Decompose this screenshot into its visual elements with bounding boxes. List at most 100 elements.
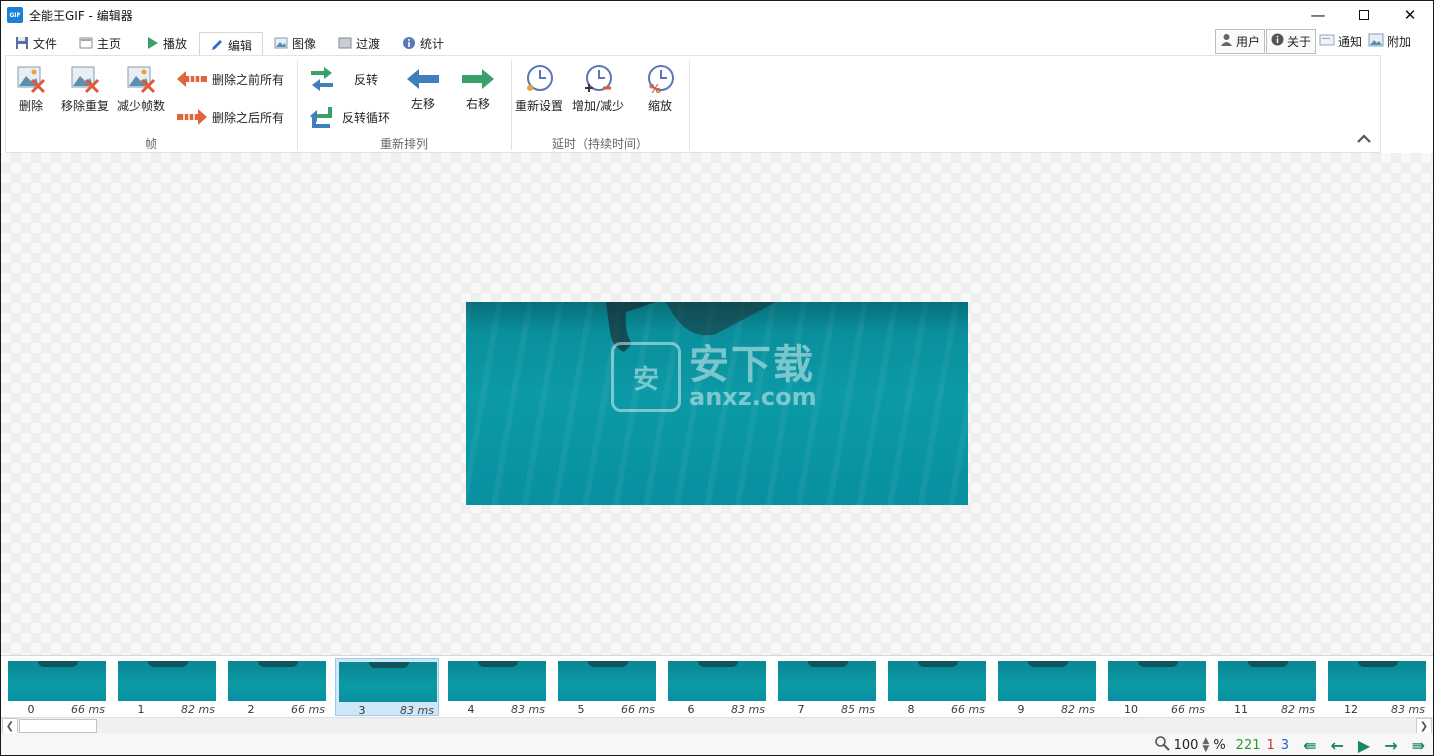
frame-preview <box>558 661 656 701</box>
frame-thumbnail[interactable]: 8 66 ms <box>885 658 989 716</box>
delete-label: 删除 <box>18 99 43 113</box>
maximize-button[interactable] <box>1341 1 1387 29</box>
frame-thumbnail[interactable]: 7 85 ms <box>775 658 879 716</box>
frame-delay: 85 ms <box>841 703 875 716</box>
info-icon <box>402 36 416 50</box>
tab-edit[interactable]: 编辑 <box>199 32 264 57</box>
play-button[interactable]: ▶ <box>1358 736 1370 755</box>
scroll-right-button[interactable]: ❯ <box>1416 718 1432 734</box>
frame-preview <box>8 661 106 701</box>
move-right-label: 右移 <box>465 97 490 111</box>
first-frame-button[interactable]: ⇚ <box>1303 736 1316 755</box>
window-title: 全能王GIF - 编辑器 <box>29 8 133 23</box>
reset-delay-button[interactable]: 重新设置 <box>515 64 563 114</box>
frame-thumbnail[interactable]: 9 82 ms <box>995 658 1099 716</box>
status-bar: 100 ▲ ▼ % 221 1 3 ⇚ ← ▶ → ⇛ <box>1 733 1433 755</box>
scale-delay-button[interactable]: % 缩放 <box>645 64 675 114</box>
frame-thumbnail[interactable]: 0 66 ms <box>5 658 109 716</box>
play-icon: ▶ <box>1357 735 1371 755</box>
frame-delay: 83 ms <box>731 703 765 716</box>
user-icon <box>1220 33 1233 49</box>
frame-strip-scrollbar[interactable]: ❮ ❯ <box>1 717 1433 734</box>
svg-text:%: % <box>649 82 661 94</box>
move-right-button[interactable]: 右移 <box>461 66 495 112</box>
tab-play[interactable]: 播放 <box>145 31 187 55</box>
spinner-icon[interactable]: ▲ ▼ <box>1202 737 1209 754</box>
tab-file[interactable]: 文件 <box>15 31 57 55</box>
remove-duplicates-button[interactable]: 移除重复 <box>61 64 109 114</box>
frame-preview <box>1328 661 1426 701</box>
scrollbar-thumb[interactable] <box>19 719 97 733</box>
watermark-cn: 安下载 <box>689 342 815 388</box>
frame-delay: 82 ms <box>1061 703 1095 716</box>
message-icon <box>1319 34 1335 49</box>
about-button[interactable]: 关于 <box>1266 28 1317 54</box>
image-icon <box>274 36 288 50</box>
minimize-button[interactable]: — <box>1295 1 1341 29</box>
frame-strip: 0 66 ms 1 82 ms 2 66 ms 3 83 ms 4 83 ms 5 66 ms 6 83 … <box>1 655 1433 717</box>
user-button[interactable]: 用户 <box>1215 28 1266 54</box>
frame-thumbnail[interactable]: 10 66 ms <box>1105 658 1209 716</box>
tab-home[interactable]: 主页 <box>79 31 121 55</box>
frame-preview <box>998 661 1096 701</box>
home-icon <box>79 36 93 50</box>
previous-frame-button[interactable]: ← <box>1330 736 1343 755</box>
frame-thumbnail[interactable]: 2 66 ms <box>225 658 329 716</box>
user-label: 用户 <box>1236 34 1261 49</box>
tab-transition[interactable]: 过渡 <box>338 31 380 55</box>
tab-statistics[interactable]: 统计 <box>402 31 444 55</box>
yoyo-button[interactable]: 反转循环 <box>308 104 390 130</box>
frame-thumbnail[interactable]: 11 82 ms <box>1215 658 1319 716</box>
extras-button[interactable]: 附加 <box>1365 33 1414 50</box>
frame-delay: 66 ms <box>71 703 105 716</box>
frame-thumbnail[interactable]: 4 83 ms <box>445 658 549 716</box>
reduce-frames-label: 减少帧数 <box>117 99 166 113</box>
delay-group-title: 延时（持续时间） <box>551 137 648 151</box>
delete-before-button[interactable]: 删除之前所有 <box>176 70 284 88</box>
watermark: 安 安下载 anxz.com <box>611 342 817 412</box>
move-left-label: 左移 <box>410 97 435 111</box>
delete-after-button[interactable]: 删除之后所有 <box>176 108 284 126</box>
frame-delay: 66 ms <box>621 703 655 716</box>
extras-label: 附加 <box>1387 34 1412 49</box>
arrow-right-dashed-icon <box>177 109 207 125</box>
frame-thumbnail[interactable]: 3 83 ms <box>335 658 439 717</box>
zoom-control[interactable]: 100 ▲ ▼ % <box>1154 735 1226 755</box>
group-divider <box>689 60 690 150</box>
collapse-ribbon-button[interactable] <box>1356 132 1372 148</box>
notify-button[interactable]: 通知 <box>1316 33 1365 50</box>
delay-group: 重新设置 增加/减少 % 缩放 延时（持续时间） <box>512 56 688 154</box>
frame-thumbnail[interactable]: 1 82 ms <box>115 658 219 716</box>
maximize-icon <box>1359 10 1369 20</box>
reduce-frames-button[interactable]: 减少帧数 <box>117 64 165 114</box>
arrow-left-dashed-icon <box>177 71 207 87</box>
frame-delay: 66 ms <box>951 703 985 716</box>
next-frame-button[interactable]: → <box>1384 736 1397 755</box>
frame-thumbnail[interactable]: 5 66 ms <box>555 658 659 716</box>
frame-thumbnail[interactable]: 12 83 ms <box>1325 658 1429 716</box>
scroll-left-button[interactable]: ❮ <box>2 718 18 734</box>
increase-decrease-label: 增加/减少 <box>572 99 625 113</box>
delete-button[interactable]: 删除 <box>16 64 46 114</box>
frame-thumbnail[interactable]: 6 83 ms <box>665 658 769 716</box>
frame-index: 8 <box>907 703 915 716</box>
frame-preview <box>339 662 437 702</box>
reverse-button[interactable]: 反转 <box>308 66 378 92</box>
increase-decrease-button[interactable]: 增加/减少 <box>572 64 624 114</box>
double-arrow-left-icon: ⇚ <box>1303 735 1317 755</box>
frame-index: 7 <box>797 703 805 716</box>
frame-index: 4 <box>467 703 475 716</box>
frame-index: 12 <box>1344 703 1358 716</box>
close-button[interactable]: ✕ <box>1387 1 1433 29</box>
frame-preview <box>1108 661 1206 701</box>
last-frame-button[interactable]: ⇛ <box>1412 736 1425 755</box>
move-left-button[interactable]: 左移 <box>406 66 440 112</box>
current-frame-index: 3 <box>1280 737 1290 753</box>
frame-preview <box>228 661 326 701</box>
frame-delay: 82 ms <box>1281 703 1315 716</box>
tab-image[interactable]: 图像 <box>274 31 316 55</box>
chevron-left-icon: ❮ <box>5 720 15 732</box>
zoom-value[interactable]: 100 <box>1174 738 1199 753</box>
frame-delay: 66 ms <box>291 703 325 716</box>
current-frame-image: 安 安下载 anxz.com <box>466 302 968 505</box>
